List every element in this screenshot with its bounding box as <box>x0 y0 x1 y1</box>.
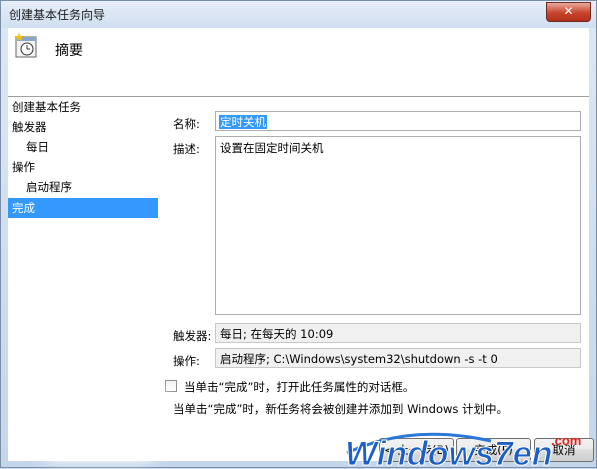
watermark-suffix: .com <box>551 433 581 448</box>
task-clock-icon <box>14 33 37 58</box>
description-label: 描述: <box>173 142 200 156</box>
blurred-area <box>29 381 169 461</box>
name-field[interactable]: 定时关机 <box>215 111 581 131</box>
name-label: 名称: <box>173 117 200 131</box>
step-create-task[interactable]: 创建基本任务 <box>8 97 158 117</box>
windows7en-watermark: Windows7en .com <box>345 432 581 469</box>
step-daily[interactable]: 每日 <box>8 137 158 157</box>
wizard-header: 摘要 <box>8 28 589 96</box>
step-finish[interactable]: 完成 <box>8 198 158 218</box>
step-trigger[interactable]: 触发器 <box>8 117 158 137</box>
trigger-label: 触发器: <box>173 329 212 343</box>
close-button[interactable]: ✕ <box>546 2 591 22</box>
name-value: 定时关机 <box>219 115 267 129</box>
finish-note: 当单击“完成”时，新任务将会被创建并添加到 Windows 计划中。 <box>173 402 509 416</box>
trigger-value: 每日; 在每天的 10:09 <box>220 327 334 341</box>
watermark-text: Windows7en <box>345 435 553 469</box>
step-start-program[interactable]: 启动程序 <box>8 177 158 197</box>
open-properties-checkbox[interactable] <box>165 380 177 392</box>
description-value: 设置在固定时间关机 <box>220 141 324 155</box>
wizard-window: 创建基本任务向导 ✕ 摘要 创建基本任务 触发器 每日 操作 启动程序 完成 名… <box>0 0 597 469</box>
trigger-summary: 每日; 在每天的 10:09 <box>215 323 581 343</box>
description-field[interactable]: 设置在固定时间关机 <box>215 136 581 315</box>
page-title: 摘要 <box>55 43 83 59</box>
action-value: 启动程序; C:\Windows\system32\shutdown -s -t… <box>220 352 498 366</box>
open-properties-label[interactable]: 当单击“完成”时，打开此任务属性的对话框。 <box>184 379 414 395</box>
step-action[interactable]: 操作 <box>8 157 158 177</box>
title-bar[interactable]: 创建基本任务向导 ✕ <box>1 1 596 28</box>
window-title: 创建基本任务向导 <box>9 8 106 22</box>
action-label: 操作: <box>173 354 200 368</box>
action-summary: 启动程序; C:\Windows\system32\shutdown -s -t… <box>215 348 581 368</box>
